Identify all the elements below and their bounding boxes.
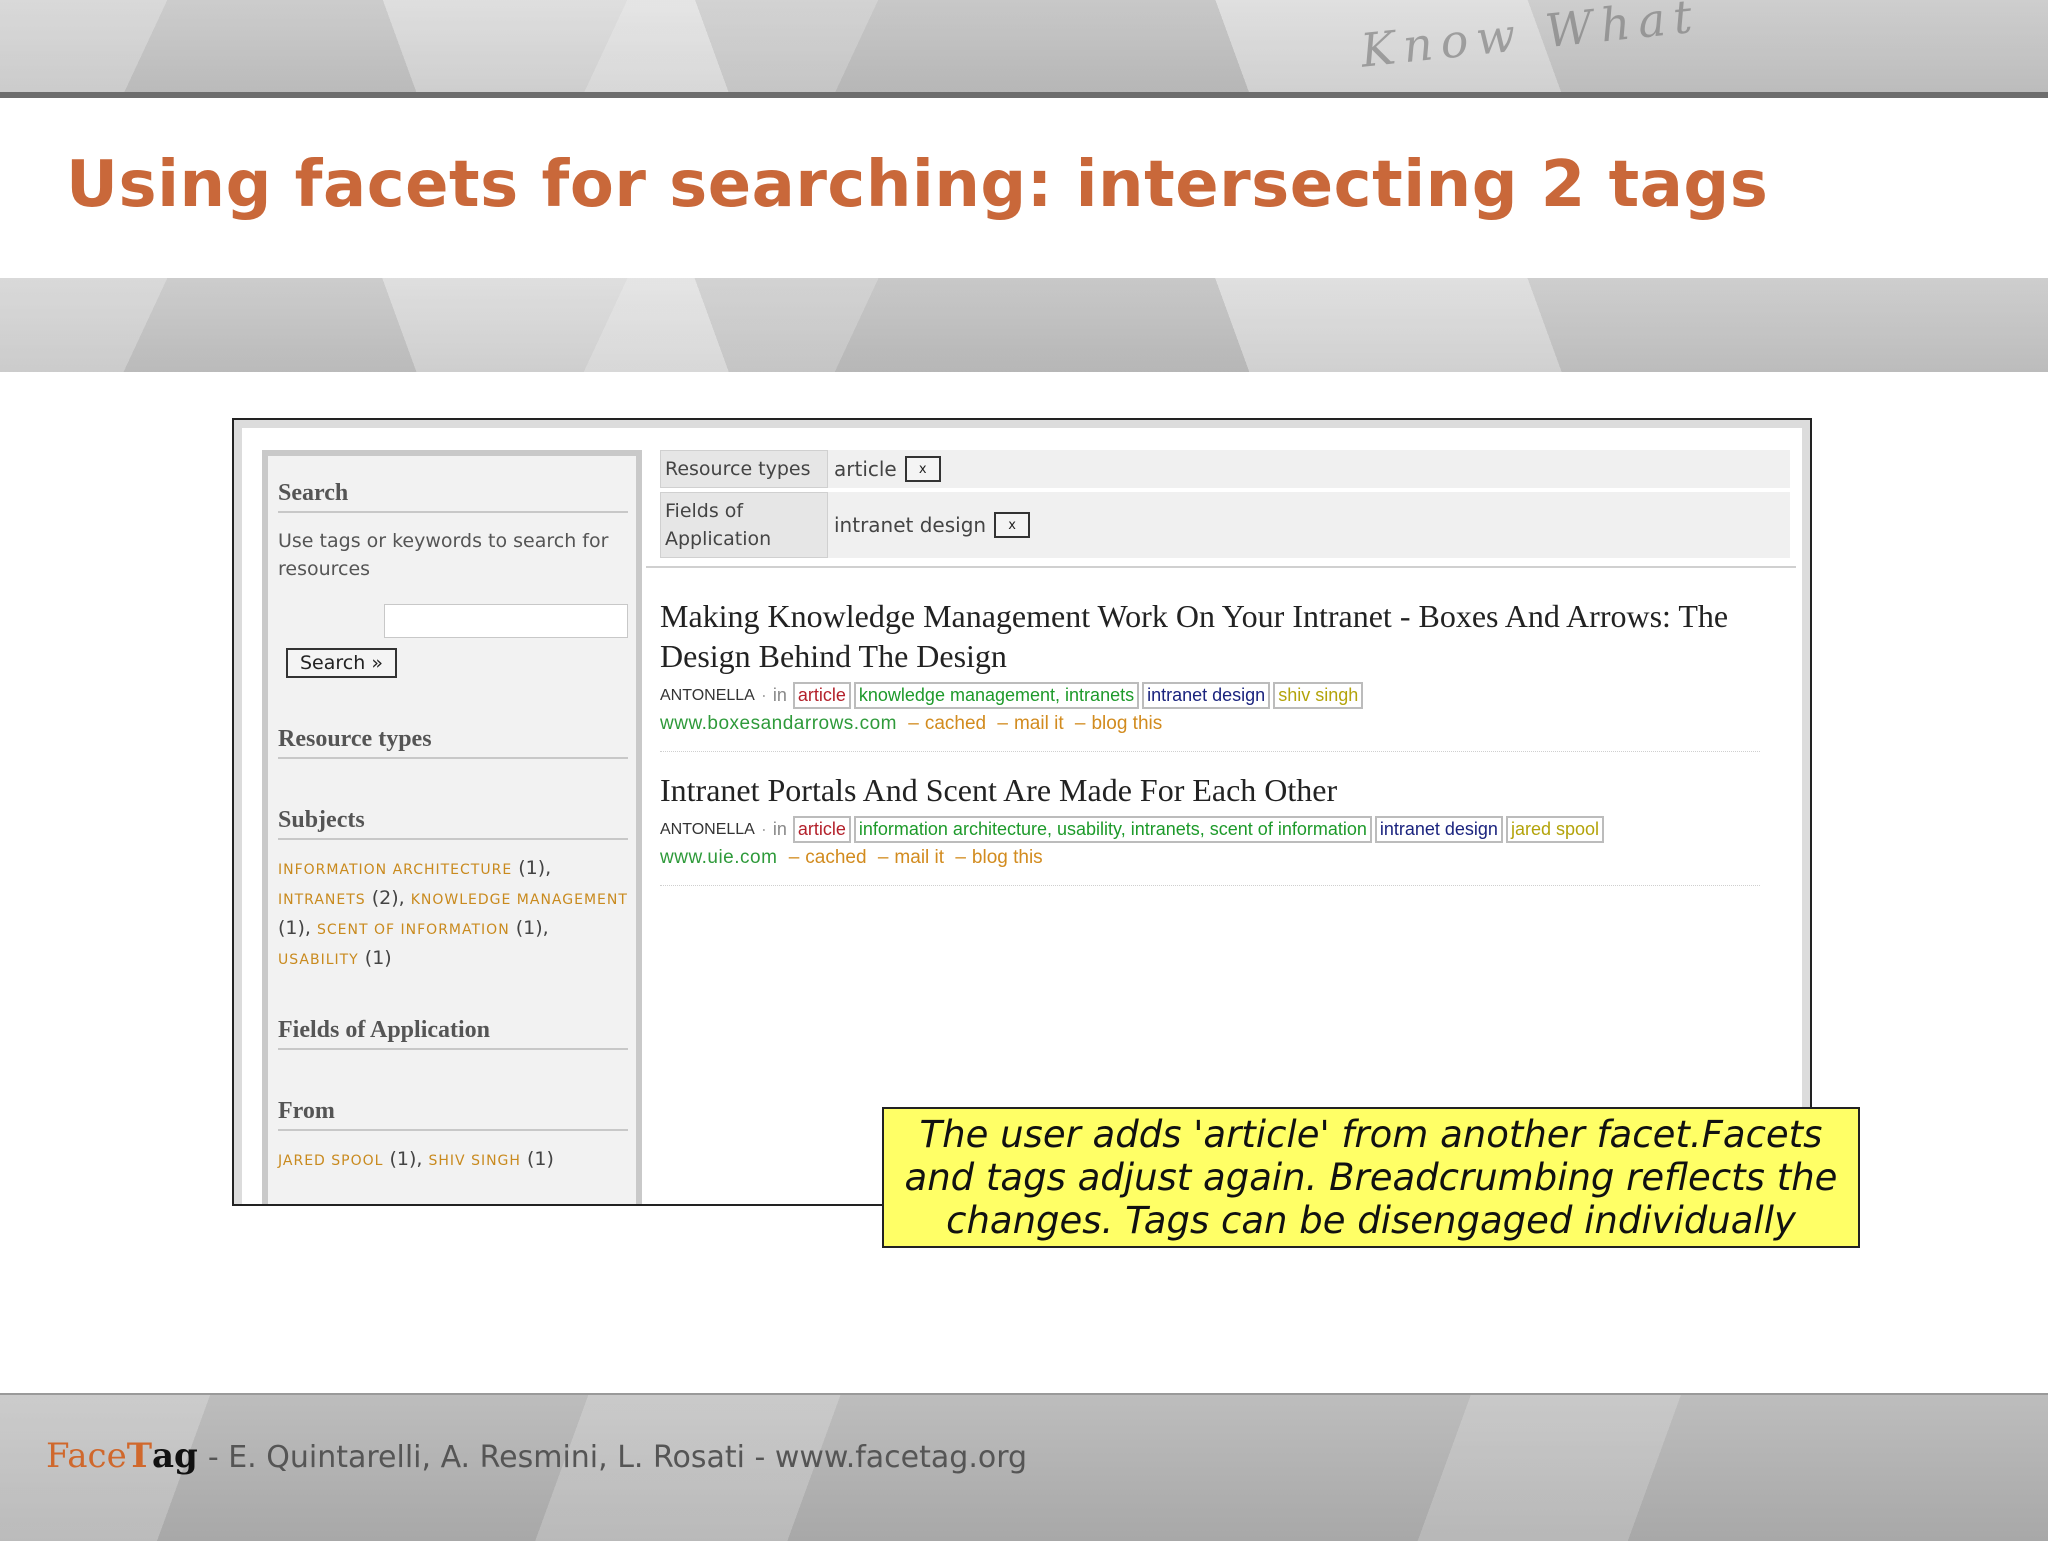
author-tag-chip: jared spool [1505, 816, 1605, 843]
handwritten-scribble: Know What [1358, 0, 1703, 78]
application-window: Search Use tags or keywords to search fo… [242, 428, 1802, 1204]
type-tag-link[interactable]: article [798, 819, 846, 839]
subject-tag-link[interactable]: knowledge management [411, 892, 628, 908]
breadcrumb-tag: article [834, 457, 897, 481]
type-tag-link[interactable]: article [798, 685, 846, 705]
author-tag-link[interactable]: jared spool [278, 1153, 383, 1169]
type-tag-chip: article [792, 816, 851, 843]
author-tag-count: (1) [526, 1148, 554, 1170]
breadcrumb-divider [646, 566, 1796, 568]
search-heading: Search [278, 480, 628, 513]
field-tag-chip: intranet design [1142, 682, 1271, 709]
cached-link[interactable]: cached [805, 847, 866, 868]
slide-title: Using facets for searching: intersecting… [66, 148, 1769, 222]
meta-bullet: · [760, 819, 767, 839]
blog-this-link[interactable]: blog this [1091, 713, 1162, 734]
subject-tag-link[interactable]: information architecture [278, 862, 512, 878]
result-meta: ANTONELLA · in article information archi… [660, 816, 1760, 843]
author-tag-count: (1) [389, 1148, 417, 1170]
resource-types-section: Resource types [278, 726, 628, 759]
result-title-link[interactable]: Making Knowledge Management Work On Your… [660, 596, 1760, 676]
search-button[interactable]: Search » [286, 648, 397, 678]
result-user-link[interactable]: ANTONELLA [660, 821, 755, 839]
footer-credits: - E. Quintarelli, A. Resmini, L. Rosati … [207, 1440, 1028, 1475]
result-url-link[interactable]: www.uie.com [660, 847, 777, 868]
breadcrumb-tag: intranet design [834, 513, 987, 537]
breadcrumb-value: intranet design x [828, 492, 1031, 558]
subject-tag-link[interactable]: usability [278, 952, 359, 968]
subject-tag-link[interactable]: information architecture [859, 819, 1047, 839]
breadcrumb: Resource types article x Fields of Appli… [660, 450, 1790, 562]
annotation-callout: The user adds 'article' from another fac… [882, 1107, 1860, 1248]
subject-tag-count: (1) [518, 857, 546, 879]
subject-tag-link[interactable]: scent of information [317, 922, 510, 938]
author-tag-link[interactable]: shiv singh [429, 1153, 521, 1169]
breadcrumb-row: Fields of Application intranet design x [660, 492, 1790, 558]
type-tag-chip: article [792, 682, 851, 709]
mail-it-link[interactable]: mail it [1014, 713, 1064, 734]
facetag-logo-ag: ag [152, 1436, 198, 1476]
remove-tag-button[interactable]: x [904, 456, 941, 482]
facet-sidebar: Search Use tags or keywords to search fo… [262, 450, 642, 1204]
meta-in-label: in [772, 685, 787, 705]
cached-link[interactable]: cached [925, 713, 986, 734]
subjects-section: Subjects information architecture (1), i… [278, 807, 628, 974]
result-links: www.uie.com – cached – mail it – blog this [660, 847, 1043, 868]
facetag-logo-face: Face [46, 1436, 127, 1476]
remove-tag-button[interactable]: x [994, 512, 1031, 538]
subject-tag-chip: information architecture, usability, int… [853, 816, 1372, 843]
blog-this-link[interactable]: blog this [972, 847, 1043, 868]
author-tag-link[interactable]: shiv singh [1278, 685, 1358, 705]
subjects-heading[interactable]: Subjects [278, 807, 628, 840]
subject-tag-chip: knowledge management, intranets [853, 682, 1140, 709]
meta-in-label: in [772, 819, 787, 839]
subject-tag-count: (2) [371, 887, 399, 909]
result-item: Making Knowledge Management Work On Your… [660, 596, 1760, 752]
breadcrumb-value: article x [828, 450, 941, 488]
breadcrumb-facet-label: Fields of Application [660, 492, 828, 558]
breadcrumb-facet-label: Resource types [660, 450, 828, 488]
subject-tag-link[interactable]: intranets [1065, 685, 1134, 705]
subject-tag-count: (1) [364, 947, 392, 969]
result-user-link[interactable]: ANTONELLA [660, 687, 755, 705]
middle-decorative-band [0, 278, 2048, 372]
meta-bullet: · [760, 685, 767, 705]
result-title-link[interactable]: Intranet Portals And Scent Are Made For … [660, 770, 1760, 810]
from-section: From jared spool (1), shiv singh (1) [278, 1098, 628, 1175]
mail-it-link[interactable]: mail it [894, 847, 944, 868]
fields-section: Fields of Application [278, 1017, 628, 1050]
result-item: Intranet Portals And Scent Are Made For … [660, 770, 1760, 886]
from-heading[interactable]: From [278, 1098, 628, 1131]
search-input[interactable] [384, 604, 628, 638]
subject-tag-count: (1) [278, 917, 305, 939]
result-meta: ANTONELLA · in article knowledge managem… [660, 682, 1760, 709]
subject-tag-count: (1) [515, 917, 543, 939]
subjects-tag-list: information architecture (1), intranets … [278, 857, 628, 969]
subject-tag-link[interactable]: knowledge management [859, 685, 1055, 705]
top-decorative-band: Know What [0, 0, 2048, 98]
result-url-link[interactable]: www.boxesandarrows.com [660, 713, 897, 734]
subject-tag-link[interactable]: intranets [1131, 819, 1200, 839]
field-tag-chip: intranet design [1374, 816, 1503, 843]
application-screenshot: Search Use tags or keywords to search fo… [232, 418, 1812, 1206]
field-tag-link[interactable]: intranet design [1380, 819, 1498, 839]
search-description: Use tags or keywords to search for resou… [278, 530, 609, 580]
slide-footer: Face Tag - E. Quintarelli, A. Resmini, L.… [46, 1436, 1027, 1476]
author-tag-link[interactable]: jared spool [1511, 819, 1599, 839]
facetag-logo-t: T [126, 1436, 153, 1476]
result-links: www.boxesandarrows.com – cached – mail it … [660, 713, 1163, 734]
author-tag-chip: shiv singh [1273, 682, 1364, 709]
search-section: Search Use tags or keywords to search fo… [278, 480, 628, 583]
fields-heading[interactable]: Fields of Application [278, 1017, 628, 1050]
field-tag-link[interactable]: intranet design [1147, 685, 1265, 705]
subject-tag-link[interactable]: scent of information [1210, 819, 1367, 839]
resource-types-heading[interactable]: Resource types [278, 726, 628, 759]
breadcrumb-row: Resource types article x [660, 450, 1790, 488]
subject-tag-link[interactable]: usability [1057, 819, 1121, 839]
from-tag-list: jared spool (1), shiv singh (1) [278, 1148, 554, 1170]
subject-tag-link[interactable]: intranets [278, 892, 366, 908]
results-list: Making Knowledge Management Work On Your… [660, 596, 1760, 904]
